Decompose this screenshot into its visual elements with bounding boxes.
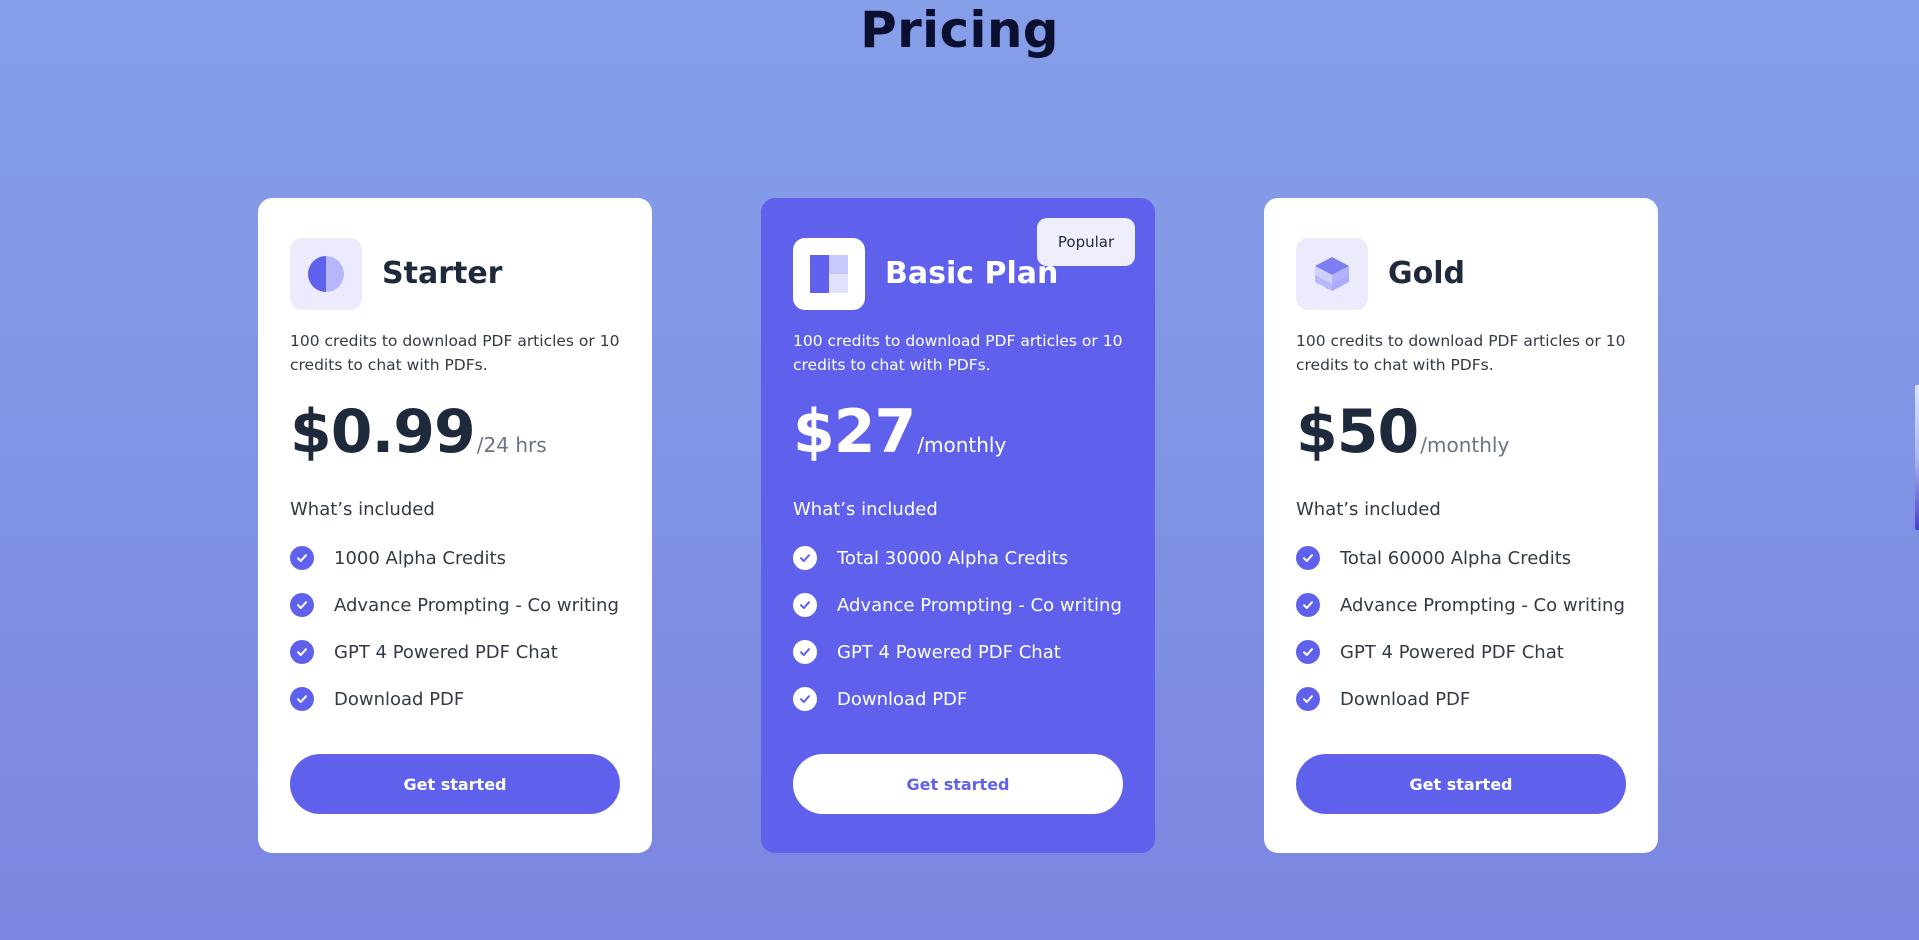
- check-circle-icon: [793, 640, 817, 664]
- page-title: Pricing: [860, 1, 1059, 59]
- plan-name: Basic Plan: [885, 256, 1059, 291]
- plan-description: 100 credits to download PDF articles or …: [290, 332, 620, 374]
- price-row: $50 /monthly: [1296, 392, 1509, 472]
- feature-label: Download PDF: [837, 688, 968, 710]
- pricing-card-starter: Starter 100 credits to download PDF arti…: [258, 198, 652, 853]
- feature-item: Download PDF: [793, 687, 1122, 711]
- check-circle-icon: [1296, 687, 1320, 711]
- feature-label: GPT 4 Powered PDF Chat: [837, 641, 1061, 663]
- check-circle-icon: [290, 640, 314, 664]
- included-label: What’s included: [793, 499, 938, 520]
- get-started-button[interactable]: Get started: [290, 754, 620, 814]
- included-label: What’s included: [1296, 499, 1441, 520]
- feature-list: Total 30000 Alpha Credits Advance Prompt…: [793, 546, 1122, 734]
- feature-list: 1000 Alpha Credits Advance Prompting - C…: [290, 546, 619, 734]
- feature-label: Advance Prompting - Co writing: [837, 594, 1122, 616]
- feature-item: Total 60000 Alpha Credits: [1296, 546, 1625, 570]
- feature-label: GPT 4 Powered PDF Chat: [1340, 641, 1564, 663]
- get-started-button[interactable]: Get started: [793, 754, 1123, 814]
- feature-item: GPT 4 Powered PDF Chat: [1296, 640, 1625, 664]
- feature-label: Download PDF: [334, 688, 465, 710]
- included-label: What’s included: [290, 499, 435, 520]
- plan-period: /24 hrs: [476, 433, 547, 457]
- feature-label: Total 30000 Alpha Credits: [837, 547, 1069, 569]
- grid-blocks-icon: [793, 238, 865, 310]
- plan-price: $27: [793, 397, 916, 467]
- feature-label: Advance Prompting - Co writing: [1340, 594, 1625, 616]
- check-circle-icon: [793, 687, 817, 711]
- check-circle-icon: [290, 687, 314, 711]
- check-circle-icon: [290, 546, 314, 570]
- feature-label: Advance Prompting - Co writing: [334, 594, 619, 616]
- check-circle-icon: [1296, 593, 1320, 617]
- plan-price: $0.99: [290, 397, 476, 467]
- scroll-edge-accent: [1915, 385, 1919, 530]
- feature-item: GPT 4 Powered PDF Chat: [793, 640, 1122, 664]
- check-circle-icon: [793, 593, 817, 617]
- feature-list: Total 60000 Alpha Credits Advance Prompt…: [1296, 546, 1625, 734]
- plan-name: Starter: [382, 256, 503, 291]
- feature-item: Advance Prompting - Co writing: [290, 593, 619, 617]
- feature-label: GPT 4 Powered PDF Chat: [334, 641, 558, 663]
- feature-item: Download PDF: [290, 687, 619, 711]
- feature-item: GPT 4 Powered PDF Chat: [290, 640, 619, 664]
- plan-period: /monthly: [917, 433, 1007, 457]
- check-circle-icon: [1296, 546, 1320, 570]
- get-started-button[interactable]: Get started: [1296, 754, 1626, 814]
- pricing-card-basic: Popular Basic Plan 100 credits to downlo…: [761, 198, 1155, 853]
- check-circle-icon: [793, 546, 817, 570]
- plan-name: Gold: [1388, 256, 1465, 291]
- half-circle-icon: [290, 238, 362, 310]
- plan-period: /monthly: [1420, 433, 1510, 457]
- plan-description: 100 credits to download PDF articles or …: [1296, 332, 1626, 374]
- price-row: $27 /monthly: [793, 392, 1006, 472]
- feature-item: Total 30000 Alpha Credits: [793, 546, 1122, 570]
- plan-price: $50: [1296, 397, 1419, 467]
- feature-label: Download PDF: [1340, 688, 1471, 710]
- feature-item: Advance Prompting - Co writing: [793, 593, 1122, 617]
- feature-item: Download PDF: [1296, 687, 1625, 711]
- feature-label: 1000 Alpha Credits: [334, 547, 506, 569]
- feature-item: Advance Prompting - Co writing: [1296, 593, 1625, 617]
- feature-label: Total 60000 Alpha Credits: [1340, 547, 1572, 569]
- feature-item: 1000 Alpha Credits: [290, 546, 619, 570]
- check-circle-icon: [1296, 640, 1320, 664]
- check-circle-icon: [290, 593, 314, 617]
- plan-description: 100 credits to download PDF articles or …: [793, 332, 1123, 374]
- pricing-card-gold: Gold 100 credits to download PDF article…: [1264, 198, 1658, 853]
- cube-icon: [1296, 238, 1368, 310]
- price-row: $0.99 /24 hrs: [290, 392, 547, 472]
